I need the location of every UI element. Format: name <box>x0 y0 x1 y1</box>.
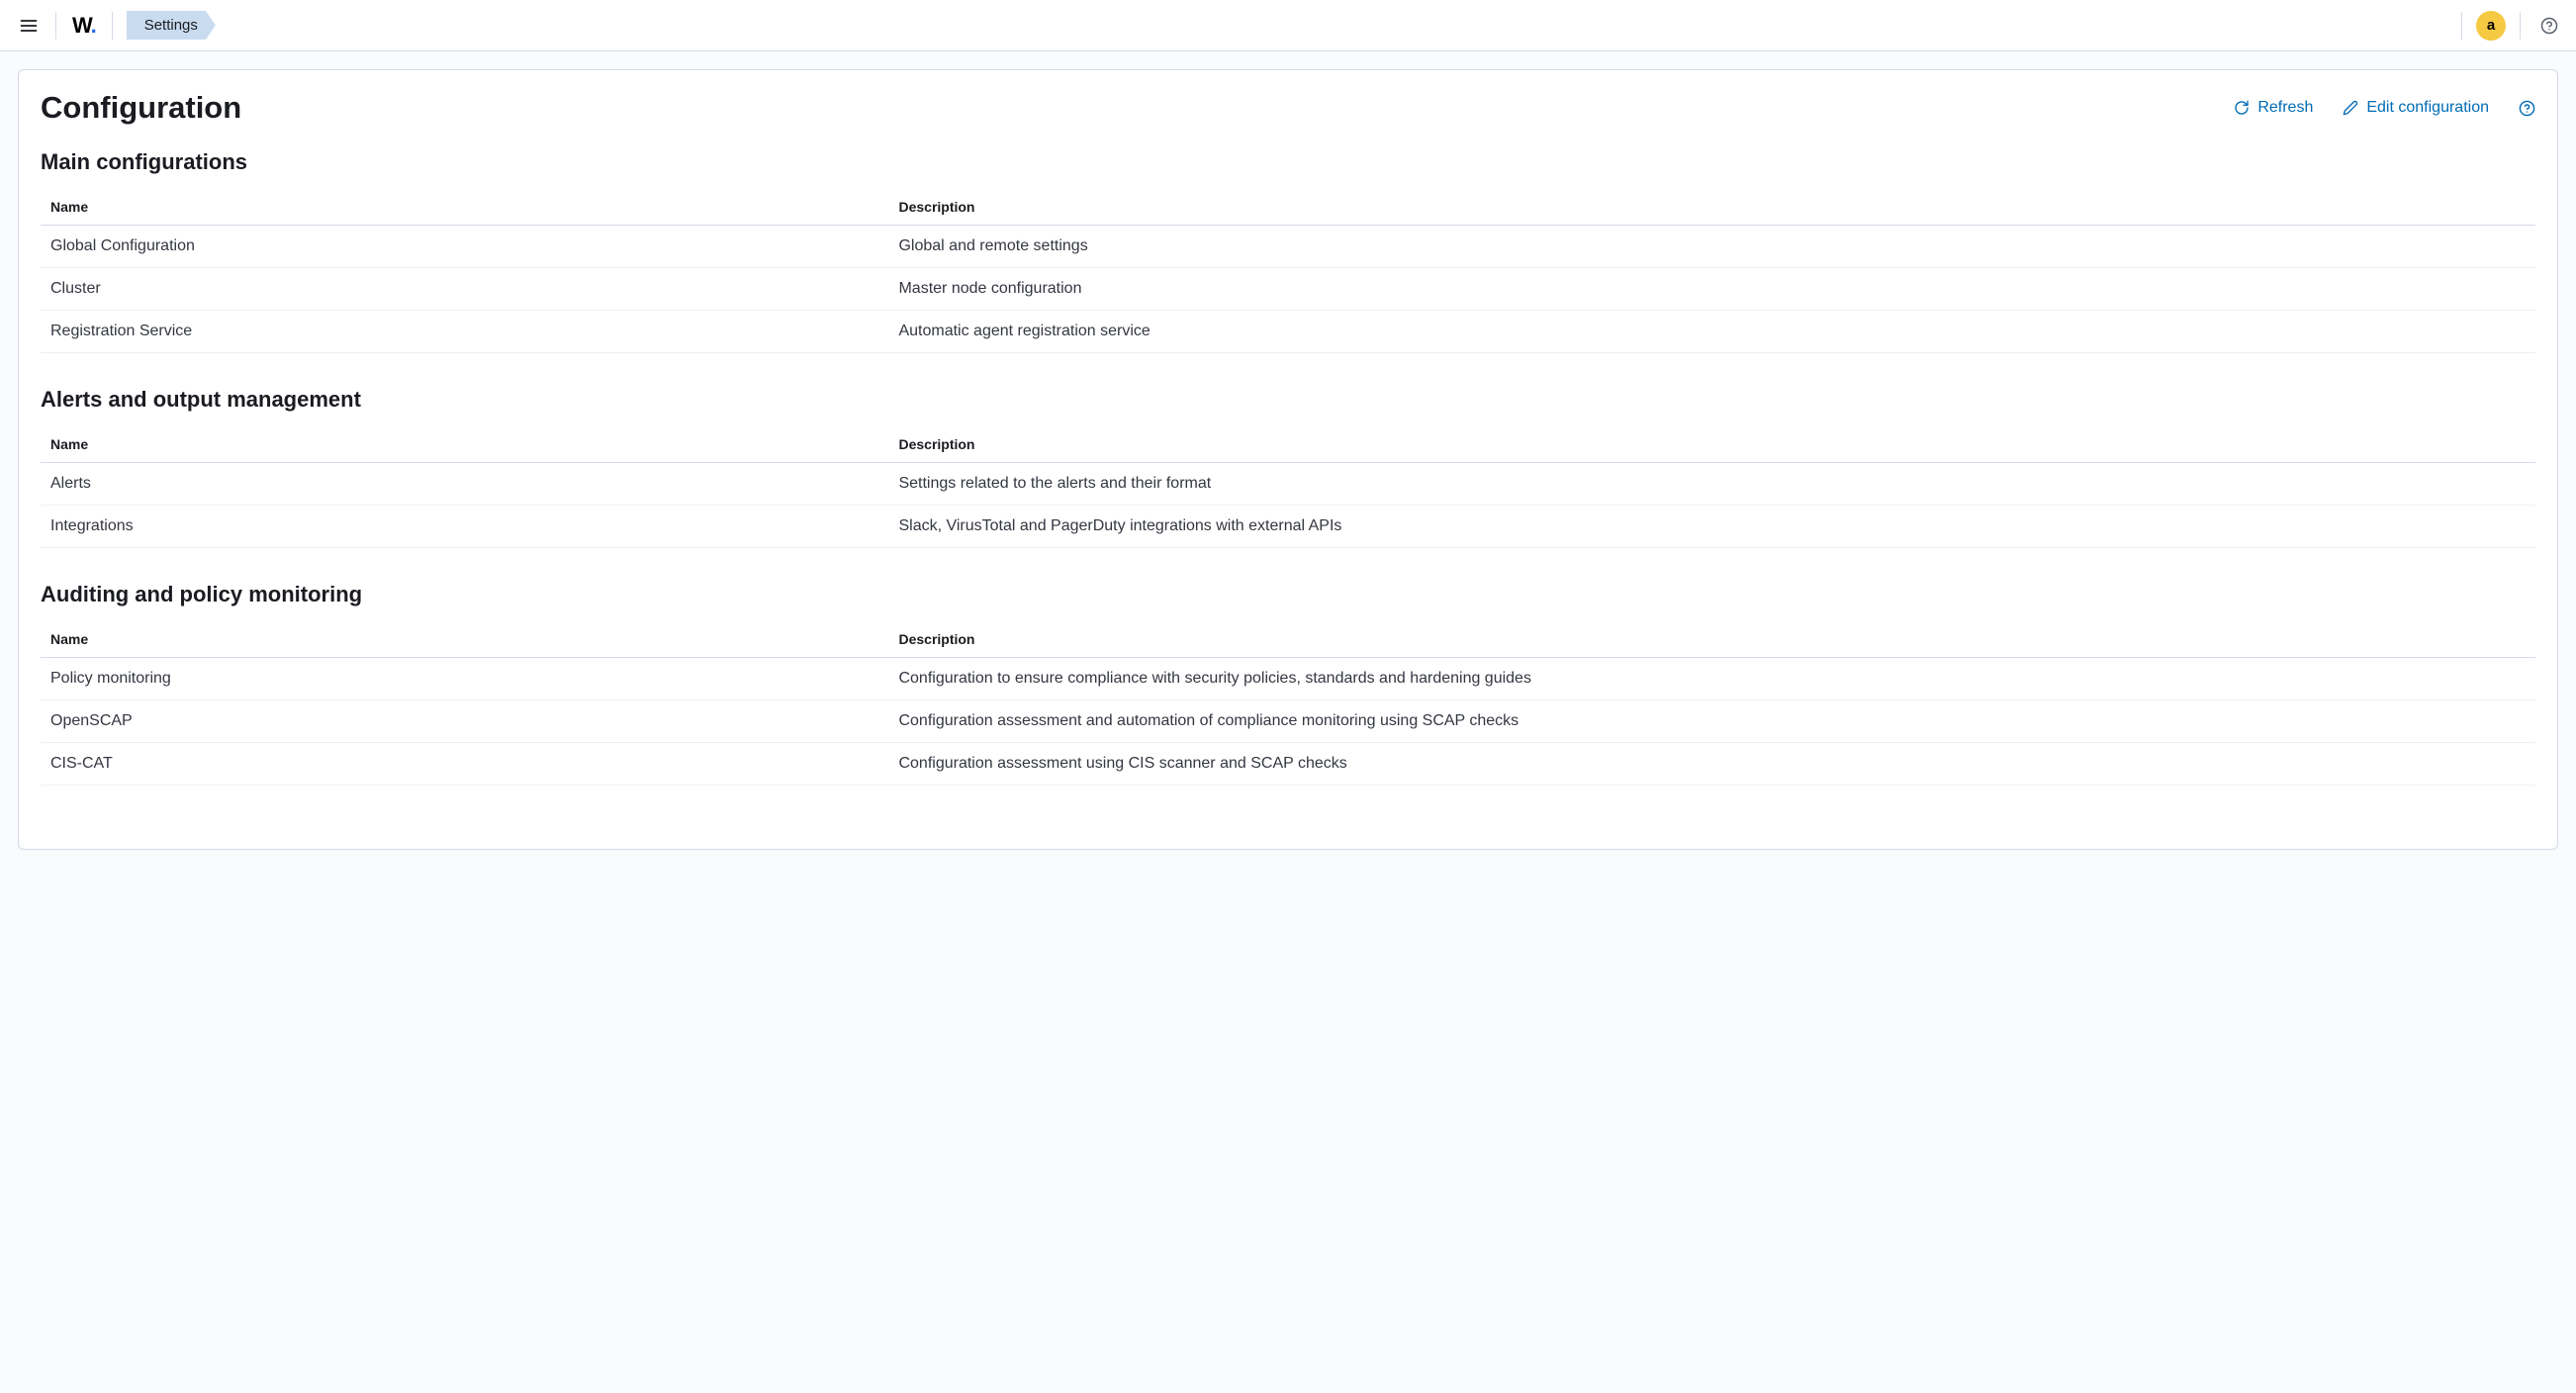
refresh-button[interactable]: Refresh <box>2234 99 2313 117</box>
column-header-name: Name <box>41 189 888 226</box>
card-actions: Refresh Edit configuration <box>2234 99 2535 117</box>
cell-name: Alerts <box>41 463 888 506</box>
help-circle-icon <box>2540 17 2558 35</box>
logo-home-link[interactable]: W. <box>66 13 102 39</box>
table-row[interactable]: AlertsSettings related to the alerts and… <box>41 463 2535 506</box>
cell-description: Settings related to the alerts and their… <box>888 463 2535 506</box>
cell-description: Automatic agent registration service <box>888 311 2535 353</box>
divider <box>2461 12 2462 40</box>
section-title: Auditing and policy monitoring <box>41 582 2535 607</box>
edit-configuration-button[interactable]: Edit configuration <box>2343 99 2489 117</box>
divider <box>55 12 56 40</box>
divider <box>2520 12 2521 40</box>
refresh-icon <box>2234 100 2250 116</box>
pencil-icon <box>2343 100 2358 116</box>
cell-description: Configuration to ensure compliance with … <box>888 658 2535 700</box>
config-table: NameDescriptionPolicy monitoringConfigur… <box>41 621 2535 786</box>
column-header-name: Name <box>41 426 888 463</box>
sections-container: Main configurationsNameDescriptionGlobal… <box>41 149 2535 786</box>
cell-name: Global Configuration <box>41 226 888 268</box>
cell-name: Cluster <box>41 268 888 311</box>
cell-description: Configuration assessment using CIS scann… <box>888 743 2535 786</box>
cell-name: Integrations <box>41 506 888 548</box>
table-row[interactable]: CIS-CATConfiguration assessment using CI… <box>41 743 2535 786</box>
app-logo: W. <box>72 13 96 39</box>
app-header: W. Settings a <box>0 0 2576 51</box>
cell-description: Slack, VirusTotal and PagerDuty integrat… <box>888 506 2535 548</box>
section-title: Main configurations <box>41 149 2535 175</box>
breadcrumb-settings[interactable]: Settings <box>127 11 216 40</box>
configuration-card: Configuration Refresh Edit configuration… <box>18 69 2558 850</box>
column-header-description: Description <box>888 426 2535 463</box>
hamburger-icon <box>19 16 39 36</box>
menu-toggle-button[interactable] <box>12 9 46 43</box>
table-row[interactable]: Global ConfigurationGlobal and remote se… <box>41 226 2535 268</box>
table-row[interactable]: Policy monitoringConfiguration to ensure… <box>41 658 2535 700</box>
page-title: Configuration <box>41 90 241 126</box>
column-header-name: Name <box>41 621 888 658</box>
help-circle-icon <box>2519 100 2535 117</box>
config-table: NameDescriptionAlertsSettings related to… <box>41 426 2535 548</box>
header-left: W. Settings <box>12 9 216 43</box>
table-row[interactable]: OpenSCAPConfiguration assessment and aut… <box>41 700 2535 743</box>
cell-name: OpenSCAP <box>41 700 888 743</box>
table-row[interactable]: IntegrationsSlack, VirusTotal and PagerD… <box>41 506 2535 548</box>
cell-name: Registration Service <box>41 311 888 353</box>
cell-name: Policy monitoring <box>41 658 888 700</box>
refresh-label: Refresh <box>2257 99 2313 117</box>
cell-description: Master node configuration <box>888 268 2535 311</box>
help-button[interactable] <box>2534 11 2564 41</box>
cell-description: Global and remote settings <box>888 226 2535 268</box>
table-row[interactable]: Registration ServiceAutomatic agent regi… <box>41 311 2535 353</box>
section-help-button[interactable] <box>2519 100 2535 117</box>
divider <box>112 12 113 40</box>
edit-label: Edit configuration <box>2366 99 2489 117</box>
column-header-description: Description <box>888 621 2535 658</box>
config-table: NameDescriptionGlobal ConfigurationGloba… <box>41 189 2535 353</box>
user-avatar[interactable]: a <box>2476 11 2506 41</box>
cell-name: CIS-CAT <box>41 743 888 786</box>
header-right: a <box>2461 11 2564 41</box>
section-title: Alerts and output management <box>41 387 2535 413</box>
cell-description: Configuration assessment and automation … <box>888 700 2535 743</box>
page-body: Configuration Refresh Edit configuration… <box>0 51 2576 868</box>
column-header-description: Description <box>888 189 2535 226</box>
card-header: Configuration Refresh Edit configuration <box>41 90 2535 126</box>
table-row[interactable]: ClusterMaster node configuration <box>41 268 2535 311</box>
